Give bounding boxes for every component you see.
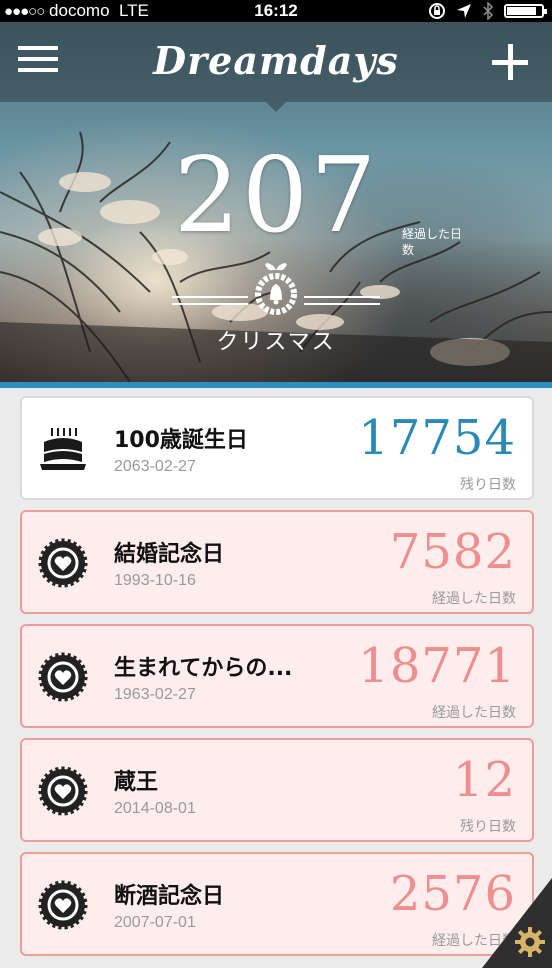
decorative-line-left (172, 296, 248, 305)
event-date: 2007-07-01 (114, 914, 196, 931)
event-day-count: 17754 (358, 410, 516, 466)
event-count-unit: 経過した日数 (432, 705, 516, 721)
event-count-unit: 残り日数 (460, 819, 516, 835)
location-arrow-icon (457, 4, 471, 18)
event-card[interactable]: 結婚記念日 1993-10-16 7582 経過した日数 (20, 510, 534, 614)
birthday-cake-icon (38, 424, 88, 474)
status-bar: ●●●○○ docomo LTE 16:12 (0, 0, 552, 22)
event-name: 断酒記念日 (114, 884, 225, 909)
event-count-unit: 経過した日数 (432, 591, 516, 607)
event-name: 生まれてからの... (114, 656, 293, 681)
event-name: 蔵王 (114, 770, 159, 795)
app-header: Dreamdays (0, 22, 552, 102)
event-count-unit: 残り日数 (460, 477, 516, 493)
heart-badge-icon (38, 766, 88, 816)
featured-event-hero[interactable]: Dreamdays 207 経過した日数 クリスマス (0, 22, 552, 382)
event-name: 結婚記念日 (114, 542, 225, 567)
event-day-count: 7582 (389, 524, 516, 580)
gear-icon (515, 927, 545, 957)
wreath-bell-icon (255, 263, 297, 315)
heart-badge-icon (38, 880, 88, 930)
event-day-count: 18771 (358, 638, 516, 694)
event-card[interactable]: 断酒記念日 2007-07-01 2576 経過した日数 (20, 852, 534, 956)
battery-icon (504, 4, 547, 18)
event-date: 2014-08-01 (114, 800, 196, 817)
event-date: 2063-02-27 (114, 458, 196, 475)
status-icons (428, 0, 547, 22)
event-name: 100歳誕生日 (114, 428, 248, 453)
decorative-line-right (304, 296, 380, 305)
event-date: 1993-10-16 (114, 572, 196, 589)
event-date: 1963-02-27 (114, 686, 196, 703)
hero-accent-stripe (0, 382, 552, 388)
battery-level (507, 7, 536, 15)
event-card[interactable]: 100歳誕生日 2063-02-27 17754 残り日数 (20, 396, 534, 500)
event-card[interactable]: 生まれてからの... 1963-02-27 18771 経過した日数 (20, 624, 534, 728)
header-notch (266, 102, 286, 112)
heart-badge-icon (38, 652, 88, 702)
heart-badge-icon (38, 538, 88, 588)
settings-button[interactable] (482, 878, 552, 968)
featured-count-unit: 経過した日数 (402, 227, 463, 257)
event-day-count: 12 (452, 752, 516, 808)
bluetooth-icon (483, 2, 494, 20)
featured-event-name: クリスマス (216, 330, 336, 355)
plus-icon[interactable] (490, 42, 530, 82)
orientation-lock-icon (429, 3, 445, 19)
app-title: Dreamdays (153, 38, 399, 83)
event-card[interactable]: 蔵王 2014-08-01 12 残り日数 (20, 738, 534, 842)
